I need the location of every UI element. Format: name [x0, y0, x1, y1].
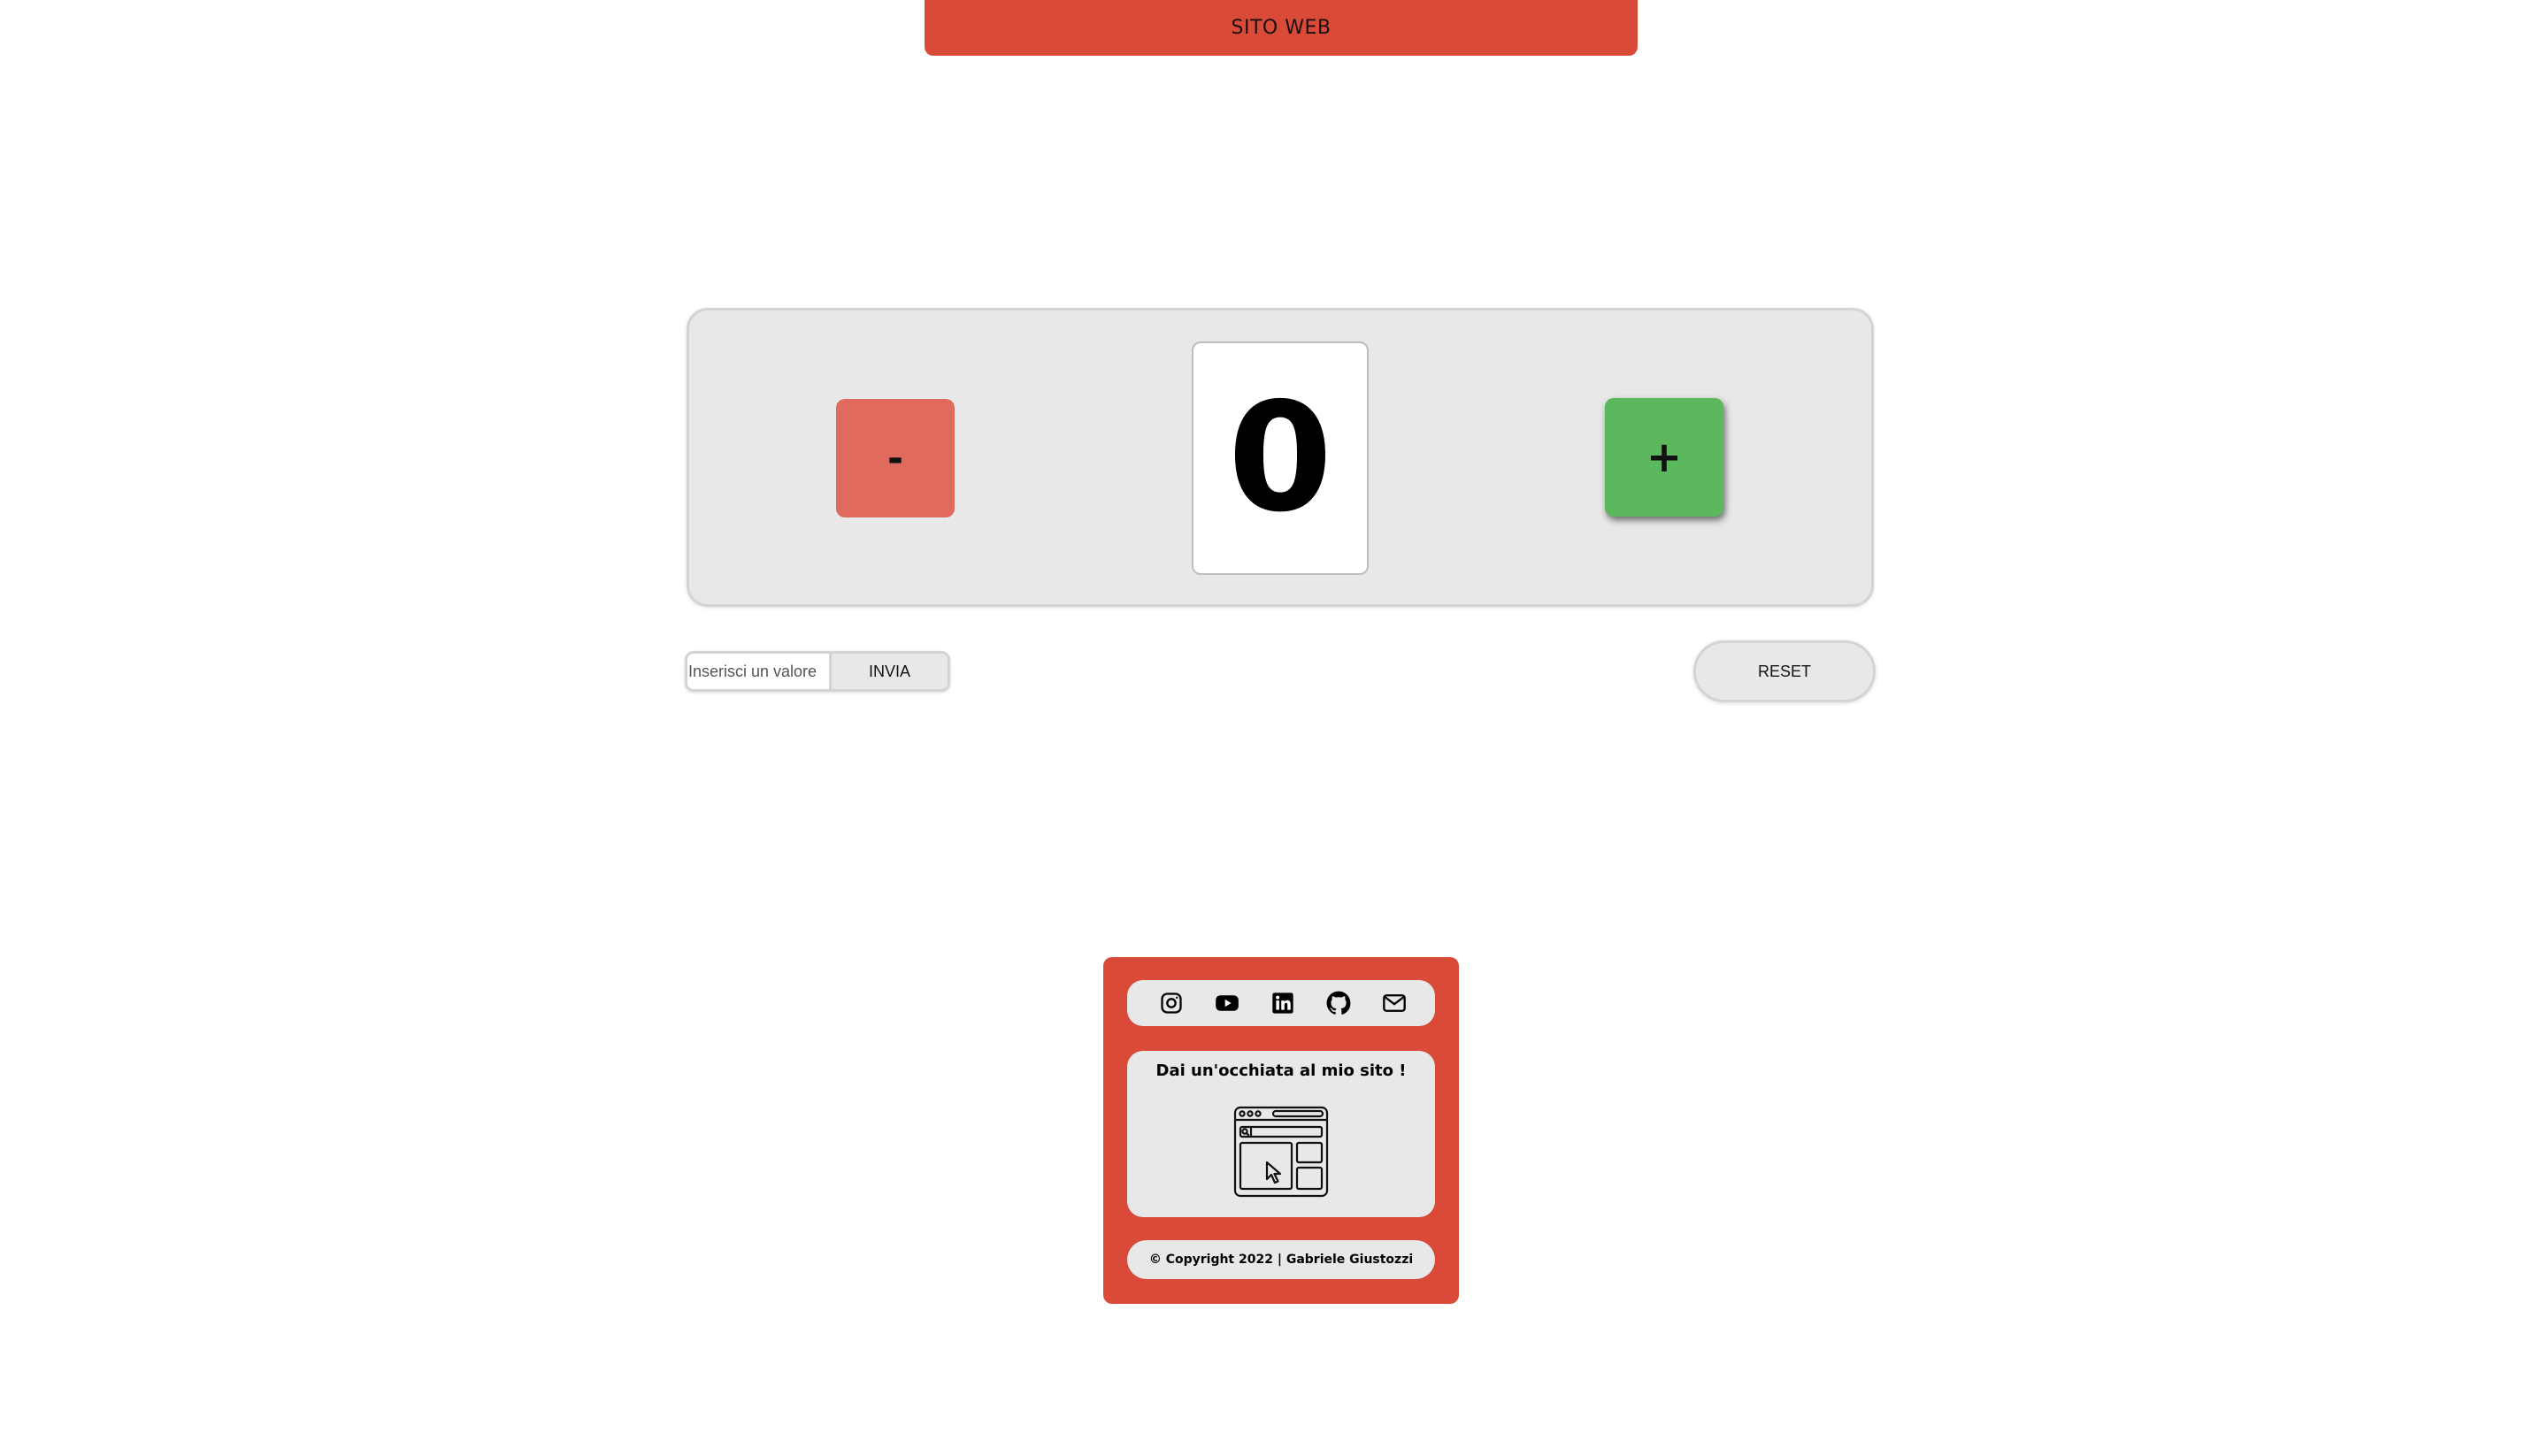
reset-button[interactable]: RESET — [1693, 640, 1876, 702]
mail-icon[interactable] — [1382, 991, 1407, 1015]
site-web-link[interactable]: SITO WEB — [925, 0, 1638, 56]
linkedin-icon[interactable] — [1270, 991, 1295, 1015]
send-button[interactable]: INVIA — [829, 654, 948, 689]
increment-button[interactable]: + — [1605, 398, 1723, 517]
instagram-icon[interactable] — [1159, 991, 1184, 1015]
value-input-group: INVIA — [685, 651, 950, 692]
website-icon — [1233, 1106, 1329, 1198]
site-card-title: Dai un'occhiata al mio sito ! — [1155, 1061, 1407, 1080]
visit-site-card[interactable]: Dai un'occhiata al mio sito ! — [1127, 1051, 1435, 1217]
youtube-icon[interactable] — [1215, 991, 1239, 1015]
counter-value: 0 — [1192, 341, 1369, 575]
copyright-text: © Copyright 2022 | Gabriele Giustozzi — [1127, 1240, 1435, 1279]
decrement-button[interactable]: - — [836, 399, 955, 517]
value-input[interactable] — [687, 654, 829, 689]
github-icon[interactable] — [1326, 991, 1351, 1015]
